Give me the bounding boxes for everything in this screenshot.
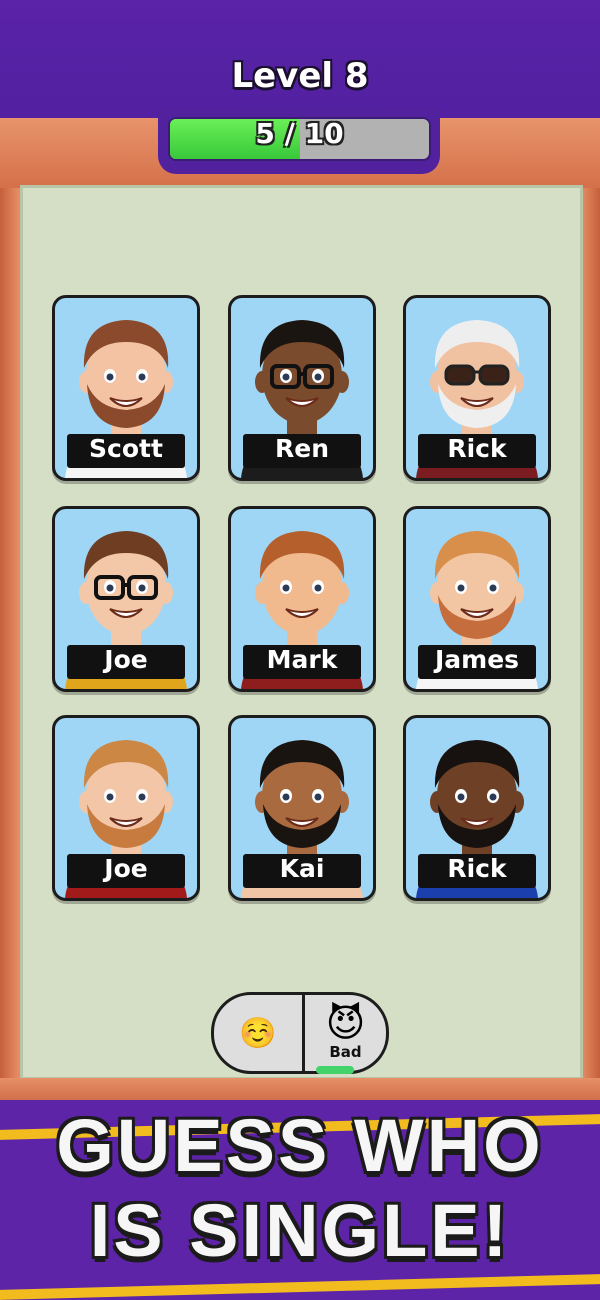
character-card[interactable]: Rick [403, 295, 551, 481]
character-name: Joe [67, 854, 185, 888]
character-card[interactable]: Kai [228, 715, 376, 901]
smiling-face-icon: ☺️ [239, 1015, 277, 1051]
progress-text: 5 / 10 [255, 117, 344, 150]
character-card[interactable]: Joe [52, 506, 200, 692]
nice-option[interactable]: ☺️ [214, 995, 302, 1071]
selected-indicator [316, 1066, 354, 1074]
character-name: James [418, 645, 536, 679]
character-name: Kai [243, 854, 361, 888]
mood-toggle[interactable]: ☺️ 😈 Bad [211, 992, 389, 1074]
bad-option[interactable]: 😈 Bad [305, 995, 386, 1071]
banner-line-1: GUESS WHO [56, 1104, 544, 1187]
character-card[interactable]: Ren [228, 295, 376, 481]
character-name: Ren [243, 434, 361, 468]
banner-stripe-bottom [0, 1274, 600, 1300]
bad-label: Bad [329, 1043, 362, 1061]
character-card[interactable]: Rick [403, 715, 551, 901]
character-name: Mark [243, 645, 361, 679]
character-card[interactable]: Joe [52, 715, 200, 901]
character-name: Scott [67, 434, 185, 468]
character-card[interactable]: James [403, 506, 551, 692]
promo-banner: GUESS WHO IS SINGLE! [0, 1100, 600, 1300]
character-name: Rick [418, 854, 536, 888]
devil-face-icon: 😈 [325, 1001, 366, 1045]
banner-line-2: IS SINGLE! [89, 1189, 511, 1272]
character-card[interactable]: Scott [52, 295, 200, 481]
level-title: Level 8 [231, 56, 369, 96]
character-name: Joe [67, 645, 185, 679]
character-name: Rick [418, 434, 536, 468]
character-card[interactable]: Mark [228, 506, 376, 692]
